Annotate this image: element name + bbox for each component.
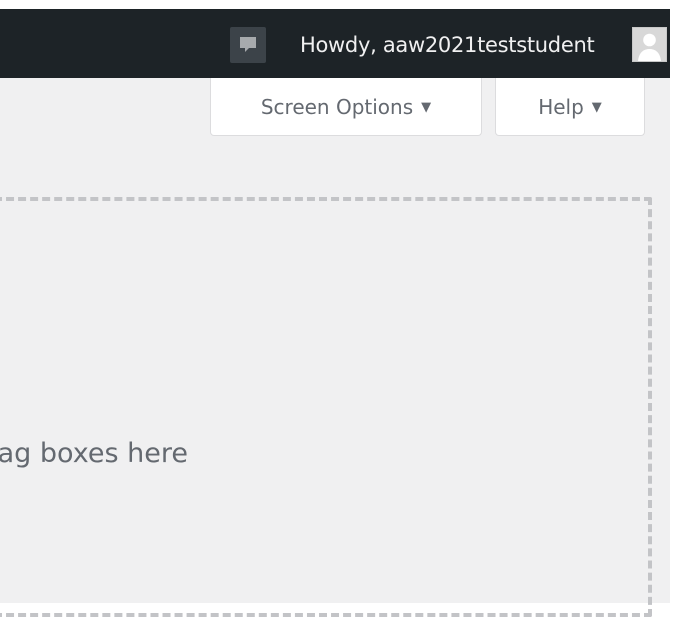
my-account-link[interactable]: Howdy, aaw2021teststudent — [300, 32, 595, 58]
empty-drop-zone — [0, 197, 652, 617]
admin-bar: Howdy, aaw2021teststudent — [0, 9, 670, 78]
drop-zone-text-container: Drag boxes here — [0, 436, 420, 472]
comment-bubble-icon — [240, 37, 256, 52]
screen-options-button[interactable]: Screen Options ▼ — [210, 78, 482, 136]
help-button[interactable]: Help ▼ — [495, 78, 645, 136]
comment-icon[interactable] — [230, 27, 266, 63]
screen-options-label: Screen Options — [260, 95, 414, 119]
drop-zone-text: Drag boxes here — [0, 438, 188, 469]
dropdown-arrow-icon: ▼ — [591, 100, 602, 115]
avatar[interactable] — [632, 27, 667, 62]
user-avatar-icon — [633, 28, 666, 61]
dropdown-arrow-icon: ▼ — [421, 100, 432, 115]
help-label: Help — [538, 95, 584, 119]
